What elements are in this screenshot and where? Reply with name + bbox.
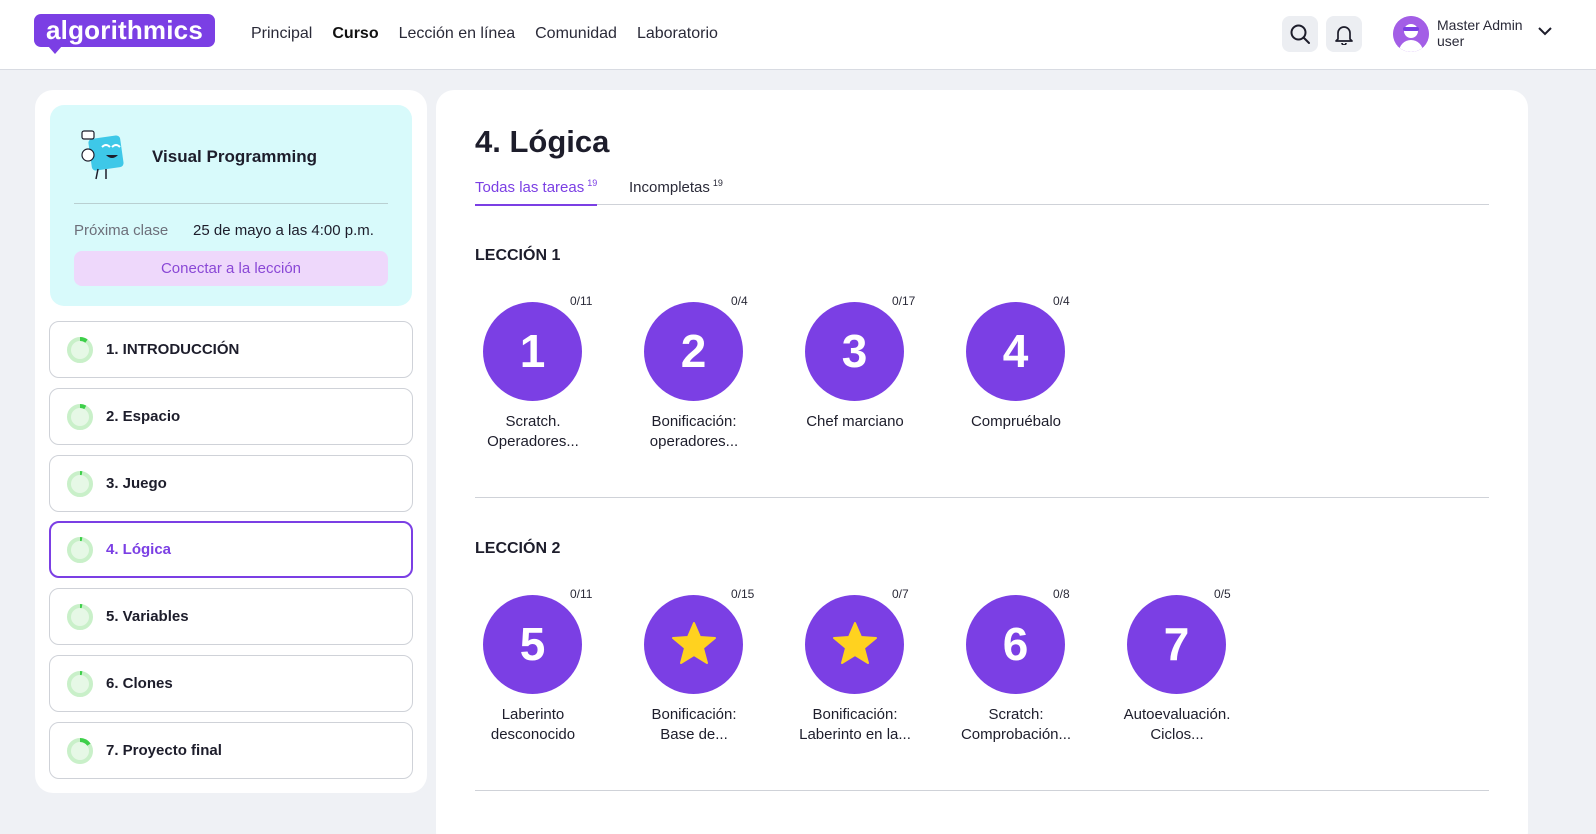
progress-ring-track — [67, 671, 93, 697]
progress-ring-icon — [67, 337, 93, 363]
task-badge: 1 — [483, 302, 582, 401]
task-badge-bonus — [644, 595, 743, 694]
task-score: 0/11 — [570, 587, 593, 601]
task-name: Laberinto desconocido — [490, 706, 576, 743]
task-name: Chef marciano — [806, 413, 904, 430]
tab-all-tasks[interactable]: Todas las tareas 19 — [475, 178, 598, 206]
module-label: 1. INTRODUCCIÓN — [106, 341, 240, 358]
task-badge: 6 — [966, 595, 1065, 694]
module-label: 5. Variables — [106, 608, 189, 625]
course-title: Visual Programming — [152, 147, 318, 166]
main-nav: Principal Curso Lección en línea Comunid… — [251, 24, 718, 44]
task-badge: 4 — [966, 302, 1065, 401]
progress-ring-track — [67, 604, 93, 630]
top-bar: algorithmics Principal Curso Lección en … — [0, 0, 1596, 70]
task-badge: 3 — [805, 302, 904, 401]
task-score: 0/17 — [892, 294, 916, 308]
task-name: Bonificación: Base de... — [651, 706, 737, 743]
lesson-divider — [475, 790, 1489, 791]
task-tabs: Todas las tareas 19 Incompletas 19 — [475, 178, 1489, 206]
tab-label: Incompletas — [629, 179, 710, 196]
chevron-down-icon[interactable] — [1538, 26, 1552, 36]
star-icon — [672, 622, 716, 664]
progress-ring-track — [67, 337, 93, 363]
task-name: Compruébalo — [970, 413, 1062, 430]
progress-ring-track — [67, 404, 93, 430]
tab-count: 19 — [712, 178, 723, 188]
tab-incomplete[interactable]: Incompletas 19 — [629, 178, 723, 204]
task-score: 0/8 — [1053, 587, 1070, 601]
task-score: 0/15 — [731, 587, 755, 601]
bell-icon — [1335, 26, 1353, 45]
progress-ring-icon — [67, 537, 93, 563]
task-name: Scratch. Operadores... — [487, 413, 579, 450]
nav-laboratorio[interactable]: Laboratorio — [637, 24, 718, 44]
star-icon — [833, 622, 877, 664]
progress-ring-track — [67, 471, 93, 497]
task-badge-bonus — [805, 595, 904, 694]
lesson-title: LECCIÓN 1 — [475, 247, 561, 264]
nav-leccion-en-linea[interactable]: Lección en línea — [399, 24, 516, 44]
user-menu[interactable]: Master Admin user — [1437, 17, 1523, 49]
lesson-divider — [475, 497, 1489, 498]
task-name: Bonificación: Laberinto en la... — [799, 706, 911, 743]
next-class-label: Próxima clase — [74, 222, 169, 239]
task-score: 0/5 — [1214, 587, 1231, 601]
task-score: 0/4 — [1053, 294, 1070, 308]
task-badge: 5 — [483, 595, 582, 694]
course-card: Visual Programming Próxima clase 25 de m… — [50, 105, 412, 306]
nav-principal[interactable]: Principal — [251, 24, 312, 44]
task-score: 0/4 — [731, 294, 748, 308]
module-item[interactable]: 7. Proyecto final — [49, 722, 413, 779]
nav-comunidad[interactable]: Comunidad — [535, 24, 617, 44]
next-class-value: 25 de mayo a las 4:00 p.m. — [193, 222, 374, 239]
progress-ring-icon — [67, 671, 93, 697]
module-label: 3. Juego — [106, 475, 167, 492]
module-label: 6. Clones — [106, 675, 173, 692]
main-panel: 4. Lógica Todas las tareas 19 Incompletas… — [436, 90, 1528, 834]
avatar[interactable] — [1393, 16, 1429, 52]
nav-curso[interactable]: Curso — [332, 24, 378, 44]
connect-lesson-button[interactable]: Conectar a la lección — [74, 251, 388, 286]
progress-ring-icon — [67, 471, 93, 497]
task-name: Autoevaluación. Ciclos... — [1123, 706, 1231, 743]
module-label: 2. Espacio — [106, 408, 181, 425]
lesson-title: LECCIÓN 2 — [475, 540, 561, 557]
module-item[interactable]: 3. Juego — [49, 455, 413, 512]
course-sidebar: Visual Programming Próxima clase 25 de m… — [35, 90, 427, 793]
divider — [74, 203, 388, 204]
search-icon — [1290, 24, 1310, 44]
user-name: Master Admin — [1437, 17, 1523, 33]
module-item[interactable]: 2. Espacio — [49, 388, 413, 445]
progress-ring-icon — [67, 404, 93, 430]
module-item-active[interactable]: 4. Lógica — [49, 521, 413, 578]
module-label: 4. Lógica — [106, 541, 172, 558]
progress-ring-icon — [67, 738, 93, 764]
task-badge: 7 — [1127, 595, 1226, 694]
module-item[interactable]: 6. Clones — [49, 655, 413, 712]
tab-label: Todas las tareas — [475, 179, 585, 196]
module-item[interactable]: 5. Variables — [49, 588, 413, 645]
mascot-icon — [81, 130, 124, 180]
task-name: Scratch: Comprobación... — [960, 706, 1072, 743]
progress-ring-track — [67, 537, 93, 563]
task-score: 0/7 — [892, 587, 909, 601]
logo[interactable]: algorithmics — [34, 14, 215, 54]
progress-ring-icon — [67, 604, 93, 630]
page-title: 4. Lógica — [475, 124, 610, 159]
search-button[interactable] — [1282, 16, 1318, 52]
tab-count: 19 — [587, 178, 598, 188]
module-item[interactable]: 1. INTRODUCCIÓN — [49, 321, 413, 378]
task-score: 0/11 — [570, 294, 593, 308]
task-name: Bonificación: operadores... — [649, 413, 739, 450]
notifications-button[interactable] — [1326, 16, 1362, 52]
task-badge: 2 — [644, 302, 743, 401]
user-role: user — [1437, 33, 1465, 49]
module-label: 7. Proyecto final — [106, 742, 222, 759]
